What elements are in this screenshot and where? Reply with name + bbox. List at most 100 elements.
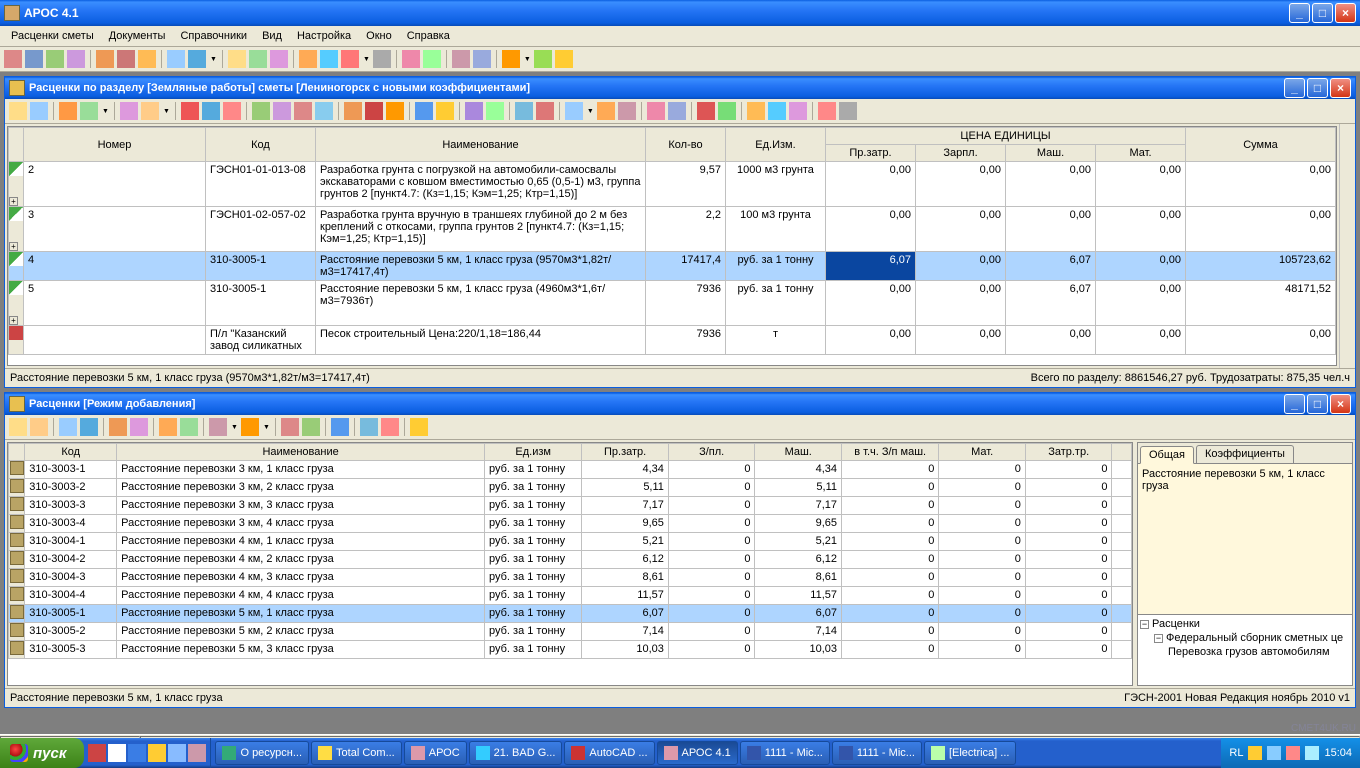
table-row[interactable]: 310-3003-2Расстояние перевозки 3 км, 2 к…	[9, 479, 1132, 497]
sub1-min-button[interactable]: _	[1284, 78, 1305, 98]
table-row[interactable]: П/л "Казанский завод силикатныхПесок стр…	[9, 326, 1336, 355]
toolbar-button[interactable]	[373, 50, 391, 68]
toolbar-button[interactable]	[789, 102, 807, 120]
toolbar-button[interactable]	[180, 418, 198, 436]
toolbar-button[interactable]	[536, 102, 554, 120]
tray-icon[interactable]	[1248, 746, 1262, 760]
toolbar-button[interactable]	[25, 50, 43, 68]
toolbar-button[interactable]	[473, 50, 491, 68]
toolbar-button[interactable]	[515, 102, 533, 120]
col-kod[interactable]: Код	[206, 128, 316, 162]
toolbar-button[interactable]	[618, 102, 636, 120]
toolbar-button[interactable]	[502, 50, 520, 68]
col-zarp[interactable]: Зарпл.	[916, 145, 1006, 162]
toolbar-button[interactable]	[80, 418, 98, 436]
toolbar-button[interactable]	[273, 102, 291, 120]
ql-icon[interactable]	[168, 744, 186, 762]
tray-icon[interactable]	[1305, 746, 1319, 760]
col-sum[interactable]: Сумма	[1186, 128, 1336, 162]
grid1[interactable]: Номер Код Наименование Кол-во Ед.Изм. ЦЕ…	[8, 127, 1336, 355]
toolbar-button[interactable]	[9, 418, 27, 436]
toolbar-button[interactable]	[344, 102, 362, 120]
menu-Справка[interactable]: Справка	[400, 28, 457, 44]
toolbar-button[interactable]	[436, 102, 454, 120]
ql-icon[interactable]	[108, 744, 126, 762]
task-button[interactable]: 1111 - Mic...	[832, 741, 922, 765]
table-row[interactable]: 4310-3005-1Расстояние перевозки 5 км, 1 …	[9, 252, 1336, 281]
task-button[interactable]: АРОС 4.1	[657, 741, 738, 765]
menu-Окно[interactable]: Окно	[359, 28, 399, 44]
toolbar-button[interactable]	[647, 102, 665, 120]
toolbar-button[interactable]	[365, 102, 383, 120]
toolbar-button[interactable]	[181, 102, 199, 120]
table-row[interactable]: + 5310-3005-1Расстояние перевозки 5 км, …	[9, 281, 1336, 326]
toolbar-button[interactable]	[381, 418, 399, 436]
grid2-wrap[interactable]: Код Наименование Ед.изм Пр.затр. З/пл. М…	[7, 442, 1133, 686]
toolbar-button[interactable]	[597, 102, 615, 120]
grid1-scrollbar[interactable]	[1339, 124, 1355, 368]
tree-node-root[interactable]: Расценки	[1152, 618, 1200, 630]
tray-lang[interactable]: RL	[1229, 747, 1243, 759]
toolbar-button[interactable]	[167, 50, 185, 68]
col2-vtch[interactable]: в т.ч. З/п маш.	[842, 444, 939, 461]
menu-Настройка[interactable]: Настройка	[290, 28, 358, 44]
table-row[interactable]: 310-3005-3Расстояние перевозки 5 км, 3 к…	[9, 641, 1132, 659]
toolbar-button[interactable]	[270, 50, 288, 68]
toolbar-button[interactable]	[188, 50, 206, 68]
toolbar-button[interactable]	[718, 102, 736, 120]
toolbar-button[interactable]	[299, 50, 317, 68]
task-button[interactable]: 1111 - Mic...	[740, 741, 830, 765]
grid1-wrap[interactable]: Номер Код Наименование Кол-во Ед.Изм. ЦЕ…	[7, 126, 1337, 366]
toolbar-button[interactable]	[341, 50, 359, 68]
toolbar-button[interactable]	[465, 102, 483, 120]
toolbar-button[interactable]	[402, 50, 420, 68]
task-button[interactable]: О ресурсн...	[215, 741, 309, 765]
col-mat[interactable]: Мат.	[1096, 145, 1186, 162]
toolbar-button[interactable]	[452, 50, 470, 68]
toolbar-button[interactable]	[130, 418, 148, 436]
toolbar-button[interactable]	[80, 102, 98, 120]
toolbar-button[interactable]	[697, 102, 715, 120]
close-button[interactable]: ×	[1335, 3, 1356, 23]
toolbar-button[interactable]	[228, 50, 246, 68]
table-row[interactable]: + 2ГЭСН01-01-013-08Разработка грунта с п…	[9, 162, 1336, 207]
grid2[interactable]: Код Наименование Ед.изм Пр.затр. З/пл. М…	[8, 443, 1132, 659]
toolbar-button[interactable]	[30, 102, 48, 120]
tree-node-item[interactable]: Перевозка грузов автомобилям	[1168, 646, 1330, 658]
tree-collapse-icon[interactable]: −	[1154, 634, 1163, 643]
table-row[interactable]: 310-3004-2Расстояние перевозки 4 км, 2 к…	[9, 551, 1132, 569]
system-tray[interactable]: RL 15:04	[1221, 738, 1360, 768]
sub2-min-button[interactable]: _	[1284, 394, 1305, 414]
toolbar-button[interactable]	[555, 50, 573, 68]
task-button[interactable]: AutoCAD ...	[564, 741, 654, 765]
toolbar-button[interactable]	[486, 102, 504, 120]
table-row[interactable]: 310-3005-1Расстояние перевозки 5 км, 1 к…	[9, 605, 1132, 623]
col2-kod[interactable]: Код	[25, 444, 117, 461]
table-row[interactable]: 310-3004-3Расстояние перевозки 4 км, 3 к…	[9, 569, 1132, 587]
col2-naim[interactable]: Наименование	[117, 444, 485, 461]
toolbar-button[interactable]	[159, 418, 177, 436]
toolbar-button[interactable]	[331, 418, 349, 436]
col-group-price[interactable]: ЦЕНА ЕДИНИЦЫ	[826, 128, 1186, 145]
task-button[interactable]: 21. BAD G...	[469, 741, 563, 765]
toolbar-button[interactable]	[294, 102, 312, 120]
toolbar-button[interactable]	[46, 50, 64, 68]
table-row[interactable]: 310-3003-3Расстояние перевозки 3 км, 3 к…	[9, 497, 1132, 515]
toolbar-button[interactable]	[59, 102, 77, 120]
minimize-button[interactable]: _	[1289, 3, 1310, 23]
toolbar-button[interactable]	[386, 102, 404, 120]
toolbar-button[interactable]	[747, 102, 765, 120]
col-nomer[interactable]: Номер	[24, 128, 206, 162]
col2-pr[interactable]: Пр.затр.	[582, 444, 669, 461]
col-naim[interactable]: Наименование	[316, 128, 646, 162]
toolbar-button[interactable]	[252, 102, 270, 120]
menu-Документы[interactable]: Документы	[102, 28, 173, 44]
tab-koef[interactable]: Коэффициенты	[1196, 445, 1294, 463]
table-row[interactable]: 310-3004-1Расстояние перевозки 4 км, 1 к…	[9, 533, 1132, 551]
toolbar-button[interactable]	[281, 418, 299, 436]
menu-Расценки сметы[interactable]: Расценки сметы	[4, 28, 101, 44]
table-row[interactable]: 310-3003-4Расстояние перевозки 3 км, 4 к…	[9, 515, 1132, 533]
toolbar-button[interactable]	[9, 102, 27, 120]
menu-Справочники[interactable]: Справочники	[173, 28, 254, 44]
toolbar-button[interactable]	[423, 50, 441, 68]
